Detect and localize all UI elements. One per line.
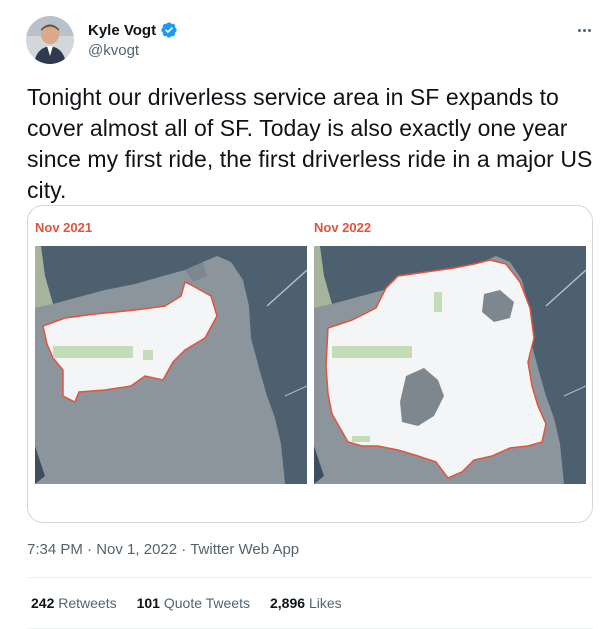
map-label-right: Nov 2022 xyxy=(314,220,372,235)
likes-stat[interactable]: 2,896 Likes xyxy=(270,595,342,611)
divider-top xyxy=(27,577,593,578)
tweet-date[interactable]: Nov 1, 2022 xyxy=(96,541,177,558)
tweet-source[interactable]: Twitter Web App xyxy=(190,541,299,558)
verified-badge-icon xyxy=(160,21,178,39)
retweets-stat[interactable]: 242 Retweets xyxy=(31,595,117,611)
quotes-label: Quote Tweets xyxy=(163,595,250,611)
more-options-icon[interactable] xyxy=(572,20,596,40)
tweet-stats: 242 Retweets 101 Quote Tweets 2,896 Like… xyxy=(31,595,342,611)
map-nov-2022 xyxy=(314,246,586,484)
avatar-photo xyxy=(26,16,74,64)
quotes-count: 101 xyxy=(136,595,160,611)
author-name-row: Kyle Vogt xyxy=(88,21,178,39)
likes-label: Likes xyxy=(308,595,342,611)
retweets-count: 242 xyxy=(31,595,55,611)
tweet-meta: 7:34 PM · Nov 1, 2022 · Twitter Web App xyxy=(27,541,299,558)
author-handle[interactable]: @kvogt xyxy=(88,42,139,59)
author-name[interactable]: Kyle Vogt xyxy=(88,22,156,39)
retweets-label: Retweets xyxy=(58,595,117,611)
likes-count: 2,896 xyxy=(270,595,306,611)
quotes-stat[interactable]: 101 Quote Tweets xyxy=(137,595,250,611)
tweet-media-image[interactable]: Nov 2021 Nov 2022 xyxy=(27,205,593,523)
meta-separator: · xyxy=(87,541,93,558)
map-label-left: Nov 2021 xyxy=(35,220,93,235)
tweet-time[interactable]: 7:34 PM xyxy=(27,541,83,558)
map-nov-2021 xyxy=(35,246,307,484)
meta-separator: · xyxy=(181,541,187,558)
tweet-text: Tonight our driverless service area in S… xyxy=(27,84,593,203)
author-avatar[interactable] xyxy=(26,16,74,64)
